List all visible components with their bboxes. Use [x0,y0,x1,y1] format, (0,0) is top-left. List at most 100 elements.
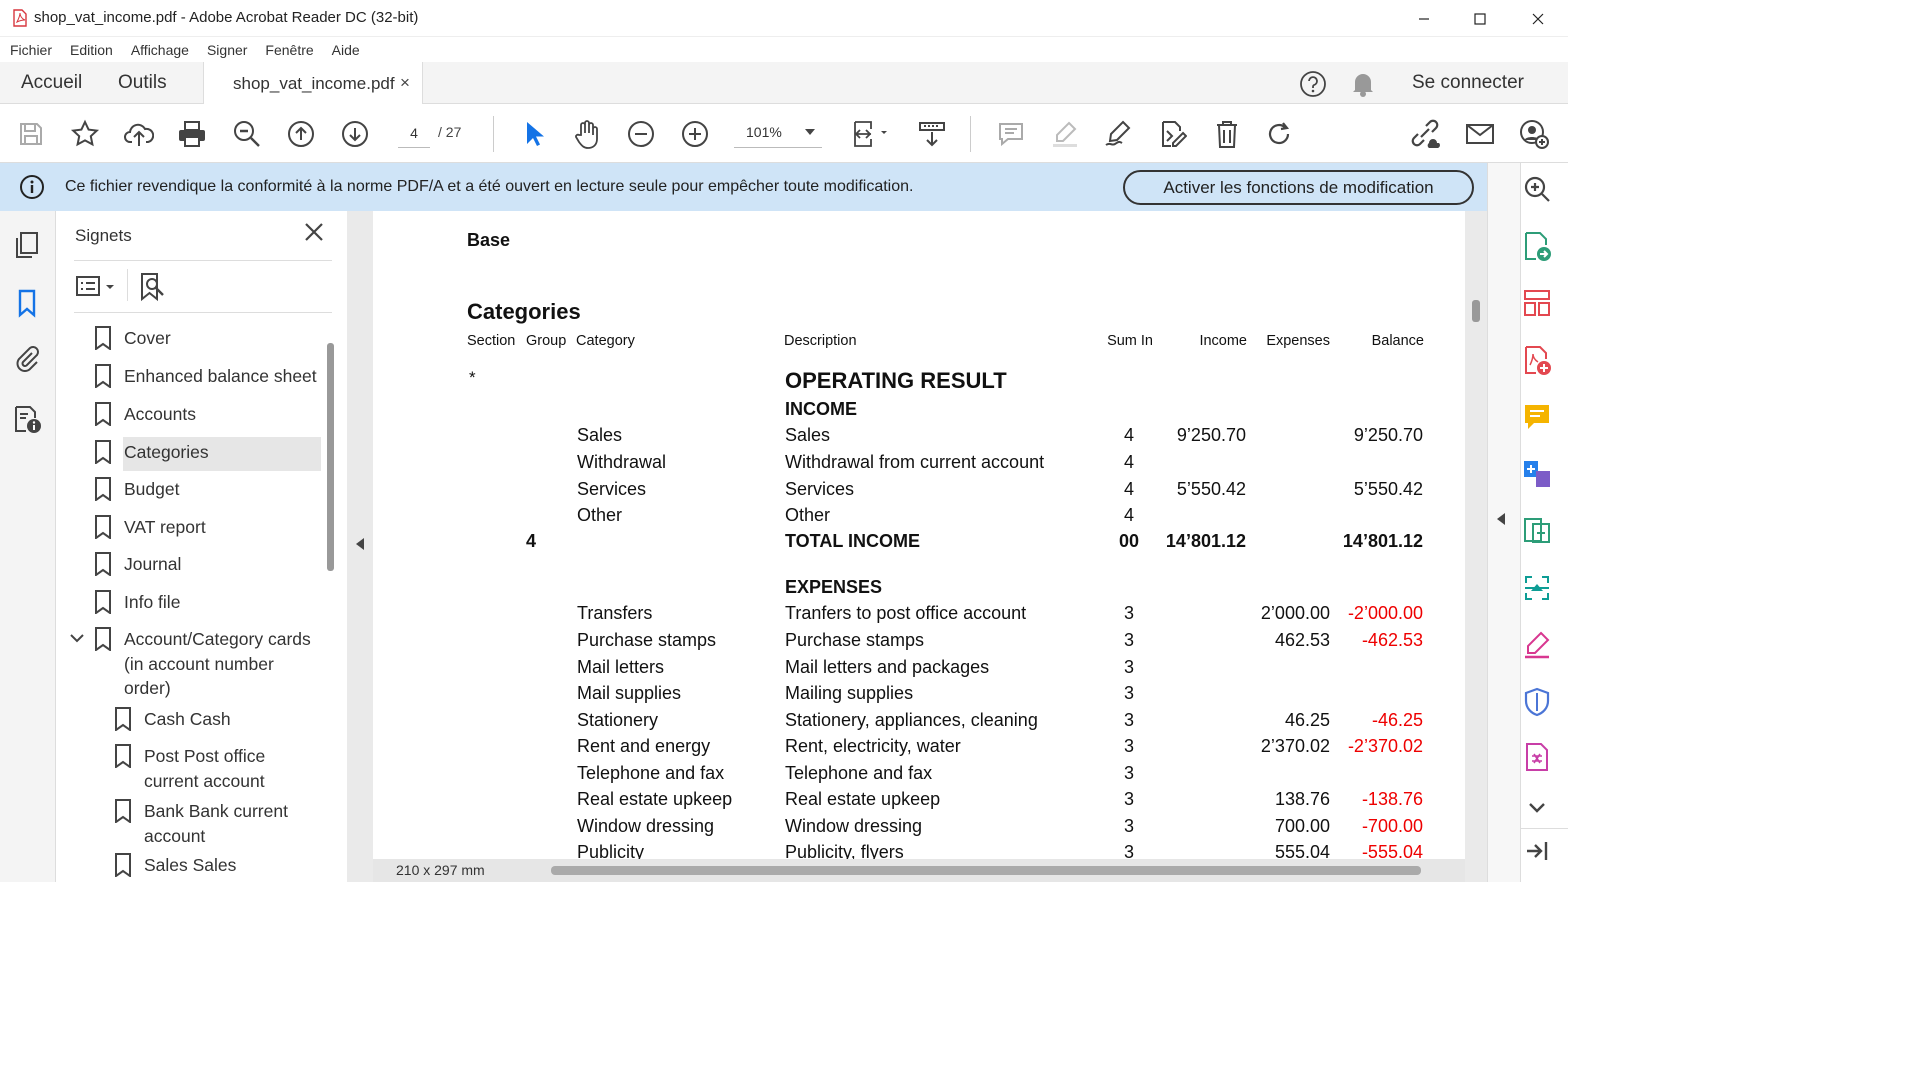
bookmark-item[interactable]: Post Post office current account [114,744,320,793]
minimize-button[interactable] [1396,0,1452,37]
tab-outils[interactable]: Outils [118,72,167,94]
chevron-down-icon[interactable] [70,633,84,643]
protect-shield-icon[interactable] [1522,687,1554,719]
bookmark-item[interactable]: Sales Sales [114,853,320,878]
bookmark-options-icon[interactable] [75,274,117,300]
bookmark-item[interactable]: Bank Bank current account [114,799,320,848]
collapse-left-icon[interactable] [356,538,364,550]
share-link-icon[interactable] [1405,104,1445,163]
document-vertical-scrollbar[interactable] [1472,300,1480,322]
bookmark-icon [94,477,112,501]
compress-pdf-icon[interactable] [1522,516,1554,548]
bookmark-icon [94,552,112,576]
menu-affichage[interactable]: Affichage [131,42,189,58]
highlight-icon[interactable] [1045,104,1085,163]
hand-tool-icon[interactable] [567,104,607,163]
bookmarks-icon[interactable] [12,288,44,320]
bookmark-item[interactable]: Account/Category cards (in account numbe… [94,627,324,701]
section-base: Base [467,230,511,250]
bookmark-item[interactable]: Budget [94,477,324,502]
bookmark-item[interactable]: Info file [94,590,324,615]
fill-sign-icon[interactable] [1522,630,1554,662]
attachments-icon[interactable] [12,343,44,375]
draw-sign-icon[interactable] [1098,104,1138,163]
horizontal-scrollbar[interactable] [551,866,1421,875]
category-cell: Mail letters [577,657,665,677]
close-window-button[interactable] [1510,0,1566,37]
enable-editing-button[interactable]: Activer les fonctions de modification [1123,170,1474,205]
search-tools-icon[interactable] [1522,174,1554,206]
create-pdf-icon[interactable] [1522,345,1554,377]
zoom-in-icon[interactable] [675,104,715,163]
email-icon[interactable] [1460,104,1500,163]
delete-trash-icon[interactable] [1207,104,1247,163]
close-panel-icon[interactable] [303,221,329,247]
edit-pdf-icon[interactable] [1152,104,1192,163]
bookmark-item[interactable]: Categories [94,440,324,465]
bookmark-item[interactable]: Journal [94,552,324,577]
menu-fenetre[interactable]: Fenêtre [265,42,313,58]
close-tab-icon[interactable]: × [400,73,410,93]
comment-tool-icon[interactable] [1522,402,1554,434]
collapse-pane-icon[interactable] [1522,836,1554,868]
menu-aide[interactable]: Aide [332,42,360,58]
sum-in-cell: 3 [1123,763,1134,783]
bookmark-item[interactable]: VAT report [94,515,324,540]
save-icon[interactable] [11,104,51,163]
menu-signer[interactable]: Signer [207,42,247,58]
zoom-select[interactable]: 101% [734,118,822,148]
page-total: / 27 [438,124,462,140]
sum-in-cell: 3 [1123,657,1134,677]
description-cell: Mail letters and packages [785,657,990,677]
page-number-input[interactable] [398,118,430,148]
bookmark-item[interactable]: Enhanced balance sheet [94,364,324,389]
page-fit-icon[interactable] [848,104,894,163]
redact-form-icon[interactable] [1522,742,1554,774]
bookmark-icon [94,515,112,539]
toolbar-divider [970,116,971,152]
bookmark-item[interactable]: Cover [94,326,324,351]
select-cursor-icon[interactable] [513,104,553,163]
rotate-icon[interactable] [1260,104,1300,163]
help-icon[interactable] [1299,70,1327,98]
next-page-icon[interactable] [335,104,375,163]
search-zoom-icon[interactable] [227,104,267,163]
menu-fichier[interactable]: Fichier [10,42,52,58]
scan-ocr-icon[interactable] [1522,573,1554,605]
bookmark-label: Account/Category cards (in account numbe… [124,629,311,698]
tab-accueil[interactable]: Accueil [21,72,82,94]
zoom-out-icon[interactable] [621,104,661,163]
comment-icon[interactable] [991,104,1031,163]
bookmark-star-icon[interactable] [65,104,105,163]
combine-files-icon[interactable] [1522,459,1554,491]
document-properties-icon[interactable] [12,403,44,435]
bookmark-item[interactable]: Cash Cash [114,707,344,732]
sign-in-link[interactable]: Se connecter [1412,72,1524,94]
previous-page-icon[interactable] [281,104,321,163]
scroll-mode-icon[interactable] [912,104,952,163]
tab-document[interactable]: shop_vat_income.pdf × [203,62,423,105]
bookmark-item[interactable]: Accounts [94,402,324,427]
bookmarks-scrollbar[interactable] [327,343,334,571]
export-pdf-icon[interactable] [1522,231,1554,263]
bookmark-label: Enhanced balance sheet [124,366,317,386]
menu-edition[interactable]: Edition [70,42,113,58]
add-user-icon[interactable] [1514,104,1554,163]
toolbar-divider [493,116,494,152]
left-navigation-rail [0,211,56,882]
bookmark-icon [114,853,132,877]
upload-cloud-icon[interactable] [119,104,159,163]
banner-message: Ce fichier revendique la conformité à la… [65,178,914,195]
organize-pages-icon[interactable] [1522,288,1554,320]
expand-tools-icon[interactable] [1497,513,1505,525]
category-cell: Other [577,505,623,525]
notification-bell-icon[interactable] [1350,70,1376,98]
page-thumbnails-icon[interactable] [12,230,44,262]
panel-divider [127,269,128,301]
sum-in-cell: 4 [1123,479,1134,499]
column-header: Group [526,333,567,349]
more-tools-chevron-icon[interactable] [1522,792,1554,824]
new-bookmark-icon[interactable] [139,272,167,302]
maximize-button[interactable] [1452,0,1508,37]
print-icon[interactable] [172,104,212,163]
